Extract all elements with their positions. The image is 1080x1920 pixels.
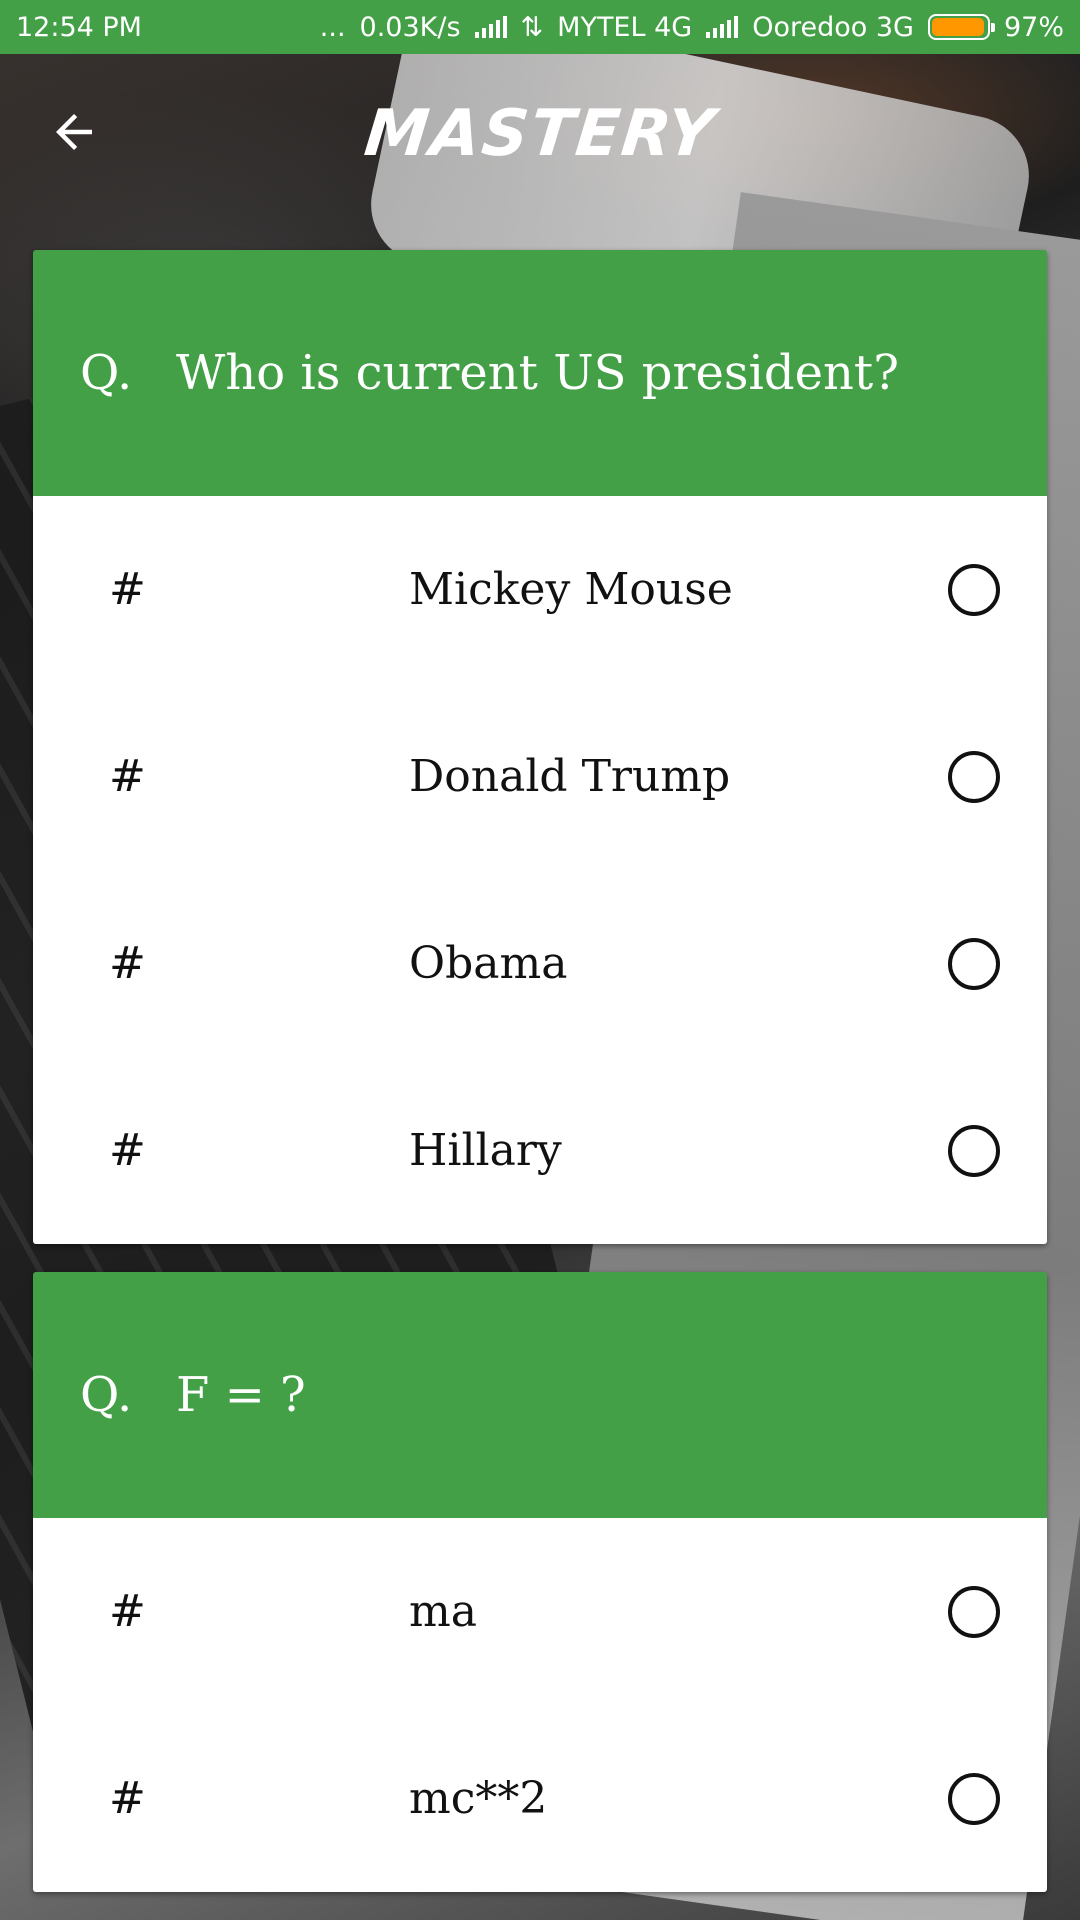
question-prefix: Q. [80,345,133,401]
question-header: Q. F = ? [33,1272,1047,1518]
carrier-1: MYTEL 4G [557,11,693,43]
question-card: Q. F = ? # ma # mc**2 [33,1272,1047,1892]
option-hash: # [109,1125,146,1176]
question-header: Q. Who is current US president? [33,250,1047,496]
question-list: Q. Who is current US president? # Mickey… [33,250,1047,1920]
app-bar: MASTERY [0,54,1080,214]
radio-button[interactable] [948,750,1000,803]
radio-button[interactable] [948,563,1000,616]
page-title: MASTERY [360,97,720,171]
question-card: Q. Who is current US president? # Mickey… [33,250,1047,1244]
option-hash: # [109,564,146,615]
option-row[interactable]: # mc**2 [33,1705,1047,1892]
notification-dots: ... [319,11,346,43]
data-transfer-icon: ⇅ [520,11,544,43]
question-text: F = ? [176,1367,306,1423]
option-row[interactable]: # ma [33,1518,1047,1705]
radio-button[interactable] [948,1585,1000,1638]
option-row[interactable]: # Obama [33,870,1047,1057]
option-label: Donald Trump [409,751,731,802]
battery-icon [927,14,995,40]
radio-button[interactable] [948,1124,1000,1177]
option-label: Mickey Mouse [409,564,733,615]
option-label: ma [409,1586,477,1637]
status-time: 12:54 PM [16,11,142,43]
option-hash: # [109,938,146,989]
option-list: # ma # mc**2 [33,1518,1047,1892]
arrow-left-icon[interactable] [46,104,102,160]
option-hash: # [109,1586,146,1637]
radio-button[interactable] [948,1772,1000,1825]
status-bar: 12:54 PM ... 0.03K/s ⇅ MYTEL 4G Ooredoo … [0,0,1080,54]
carrier-2: Ooredoo 3G [752,11,914,43]
question-text: Who is current US president? [176,345,899,401]
option-label: mc**2 [409,1773,548,1824]
network-speed: 0.03K/s [359,11,461,43]
option-row[interactable]: # Mickey Mouse [33,496,1047,683]
option-list: # Mickey Mouse # Donald Trump # Obama # … [33,496,1047,1244]
option-label: Obama [409,938,568,989]
signal-icon [706,16,739,38]
option-hash: # [109,1773,146,1824]
option-hash: # [109,751,146,802]
battery-percent: 97% [1003,11,1064,43]
option-row[interactable]: # Donald Trump [33,683,1047,870]
question-prefix: Q. [80,1367,133,1423]
option-label: Hillary [409,1125,562,1176]
signal-icon [474,16,507,38]
radio-button[interactable] [948,937,1000,990]
option-row[interactable]: # Hillary [33,1057,1047,1244]
